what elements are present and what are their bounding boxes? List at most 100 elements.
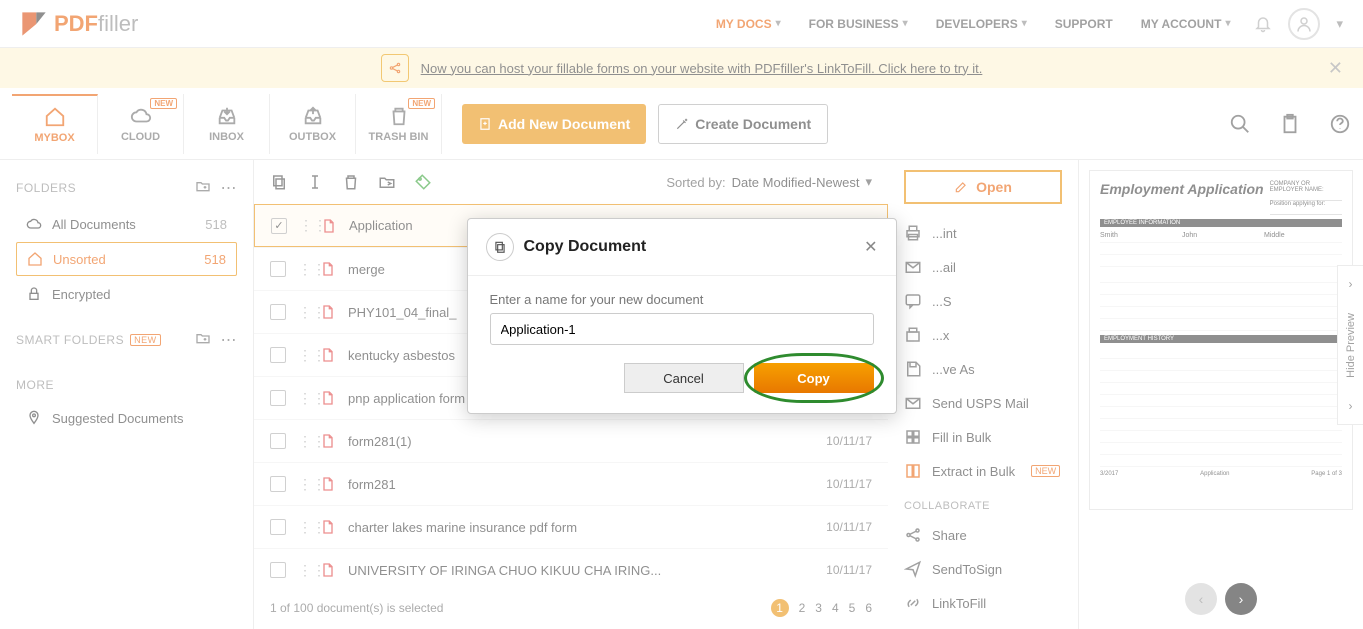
tag-icon[interactable] [414,173,432,191]
sort-dropdown[interactable]: Sorted by: Date Modified-Newest ▾ [666,174,872,190]
tab-inbox[interactable]: INBOX [184,94,270,154]
suggested-documents[interactable]: Suggested Documents [16,402,237,434]
document-row[interactable]: ⋮⋮form28110/11/17 [254,462,888,505]
more-icon[interactable]: ⋯ [221,330,238,350]
promo-banner: Now you can host your fillable forms on … [0,48,1363,88]
open-button[interactable]: Open [904,170,1062,204]
tab-bar: MYBOX NEW CLOUD INBOX OUTBOX NEW TRASH B… [0,88,1363,160]
new-folder-icon[interactable] [195,178,211,194]
hide-preview-tab[interactable]: › Hide Preview › [1337,265,1363,425]
close-icon[interactable]: ✕ [1328,58,1343,79]
drag-handle-icon[interactable]: ⋮⋮ [298,519,308,536]
checkbox[interactable] [270,304,286,320]
rename-icon[interactable] [306,173,324,191]
page-number[interactable]: 2 [799,601,806,615]
folder-unsorted[interactable]: Unsorted518 [16,242,237,276]
page-number[interactable]: 5 [849,601,856,615]
drag-handle-icon[interactable]: ⋮⋮ [298,304,308,321]
checkbox[interactable] [270,562,286,578]
modal-title: Copy Document [524,238,647,256]
action-usps[interactable]: Send USPS Mail [904,386,1062,420]
tab-mybox[interactable]: MYBOX [12,94,98,154]
avatar[interactable] [1288,8,1320,40]
drag-handle-icon[interactable]: ⋮⋮ [298,433,308,450]
page-number[interactable]: 6 [865,601,872,615]
link-icon [904,594,922,612]
document-name-input[interactable] [490,313,874,345]
add-new-document-button[interactable]: Add New Document [462,104,646,144]
clipboard-icon[interactable] [1279,113,1301,135]
action-sms[interactable]: ...S [904,284,1062,318]
document-name: UNIVERSITY OF IRINGA CHUO KIKUU CHA IRIN… [348,563,790,578]
checkbox[interactable] [270,347,286,363]
drag-handle-icon[interactable]: ⋮⋮ [298,261,308,278]
page-number[interactable]: 3 [815,601,822,615]
drag-handle-icon[interactable]: ⋮⋮ [298,562,308,579]
copy-button[interactable]: Copy [754,363,874,393]
nav-mydocs[interactable]: MY DOCS▾ [716,17,781,31]
drag-handle-icon[interactable]: ⋮⋮ [298,390,308,407]
nav-support[interactable]: SUPPORT [1055,17,1113,31]
chevron-down-icon: ▾ [776,18,781,29]
drag-handle-icon[interactable]: ⋮⋮ [298,476,308,493]
delete-icon[interactable] [342,173,360,191]
tab-trash[interactable]: NEW TRASH BIN [356,94,442,154]
action-save-as[interactable]: ...ve As [904,352,1062,386]
bulk-icon [904,428,922,446]
checkbox[interactable] [270,519,286,535]
save-icon [904,360,922,378]
action-share[interactable]: Share [904,518,1062,552]
checkbox[interactable] [270,261,286,277]
new-folder-icon[interactable] [195,330,211,346]
checkbox[interactable] [271,218,287,234]
chevron-right-icon: › [1349,399,1353,413]
copy-icon[interactable] [270,173,288,191]
action-extract-bulk[interactable]: Extract in BulkNEW [904,454,1062,488]
banner-link[interactable]: Now you can host your fillable forms on … [421,61,983,76]
tab-cloud[interactable]: NEW CLOUD [98,94,184,154]
tab-outbox[interactable]: OUTBOX [270,94,356,154]
pdf-icon [320,304,336,320]
checkbox[interactable] [270,390,286,406]
create-document-button[interactable]: Create Document [658,104,828,144]
search-icon[interactable] [1229,113,1251,135]
action-print[interactable]: ...int [904,216,1062,250]
document-row[interactable]: ⋮⋮charter lakes marine insurance pdf for… [254,505,888,548]
folder-encrypted[interactable]: Encrypted [16,278,237,310]
nav-account[interactable]: MY ACCOUNT▾ [1141,17,1231,31]
drag-handle-icon[interactable]: ⋮⋮ [299,217,309,234]
next-button[interactable]: › [1225,583,1257,615]
move-icon[interactable] [378,173,396,191]
more-icon[interactable]: ⋯ [221,178,238,198]
folder-all-documents[interactable]: All Documents518 [16,208,237,240]
modal-hint: Enter a name for your new document [490,292,874,307]
page-number[interactable]: 4 [832,601,839,615]
help-icon[interactable] [1329,113,1351,135]
chevron-down-icon: ▾ [903,18,908,29]
logo[interactable]: PDFfiller [20,10,138,38]
share-icon[interactable] [381,54,409,82]
chevron-down-icon[interactable]: ▾ [1336,16,1343,32]
close-icon[interactable]: ✕ [864,237,877,257]
document-preview[interactable]: Employment Application COMPANY OR EMPLOY… [1089,170,1353,510]
page-number[interactable]: 1 [771,599,789,617]
modal-body: Enter a name for your new document Cance… [468,276,896,413]
document-row[interactable]: ⋮⋮ form281(1) 10/11/17 [254,419,888,462]
action-sendtosign[interactable]: SendToSign [904,552,1062,586]
pdf-icon [320,390,336,406]
action-email[interactable]: ...ail [904,250,1062,284]
prev-button[interactable]: ‹ [1185,583,1217,615]
document-row[interactable]: ⋮⋮ UNIVERSITY OF IRINGA CHUO KIKUU CHA IR… [254,548,888,591]
checkbox[interactable] [270,476,286,492]
action-fill-bulk[interactable]: Fill in Bulk [904,420,1062,454]
document-date: 10/11/17 [802,434,872,448]
bell-icon[interactable] [1254,15,1272,33]
document-name: form281(1) [348,434,790,449]
nav-developers[interactable]: DEVELOPERS▾ [936,17,1027,31]
cancel-button[interactable]: Cancel [624,363,744,393]
nav-business[interactable]: FOR BUSINESS▾ [809,17,908,31]
drag-handle-icon[interactable]: ⋮⋮ [298,347,308,364]
checkbox[interactable] [270,433,286,449]
action-linktofill[interactable]: LinkToFill [904,586,1062,620]
action-fax[interactable]: ...x [904,318,1062,352]
